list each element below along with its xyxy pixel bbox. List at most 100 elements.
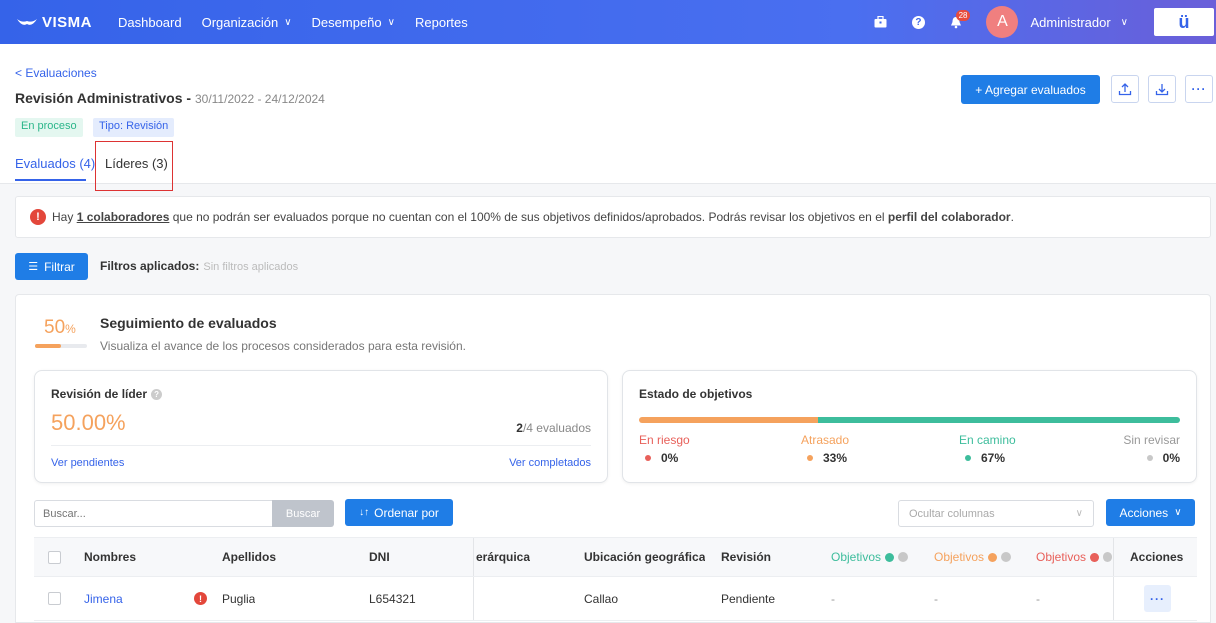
app-switcher-button[interactable]: ü bbox=[1154, 8, 1214, 36]
hide-columns-select[interactable]: Ocultar columnas ∨ bbox=[898, 500, 1094, 527]
header-hierarchy[interactable]: erárquica bbox=[476, 538, 530, 576]
download-icon[interactable] bbox=[1148, 75, 1176, 103]
cell-objectives-on-track: - bbox=[831, 591, 835, 606]
header-objectives-at-risk[interactable]: Objetivos bbox=[1036, 538, 1112, 576]
bell-icon[interactable]: 28 bbox=[942, 8, 971, 36]
tracking-percent-unit: % bbox=[65, 322, 76, 336]
active-tab-indicator bbox=[15, 179, 86, 181]
header-review[interactable]: Revisión bbox=[721, 538, 771, 576]
view-pending-link[interactable]: Ver pendientes bbox=[51, 457, 124, 469]
actions-dropdown-button[interactable]: Acciones ∨ bbox=[1106, 499, 1195, 526]
objective-status-at-risk: En riesgo 0% bbox=[639, 433, 690, 465]
back-link[interactable]: < Evaluaciones bbox=[15, 66, 97, 80]
delayed-value-text: 33% bbox=[823, 451, 848, 465]
chevron-down-icon: ∨ bbox=[1075, 508, 1083, 519]
nav-organizacion[interactable]: Organización ∨ bbox=[202, 15, 292, 30]
header-actions: Acciones bbox=[1130, 550, 1184, 564]
alert-icon[interactable]: ! bbox=[194, 592, 207, 605]
at-risk-value-text: 0% bbox=[661, 451, 679, 465]
objectives-alert: ! Hay 1 colaboradores que no podrán ser … bbox=[15, 196, 1211, 238]
search-button[interactable]: Buscar bbox=[272, 500, 334, 527]
alert-prefix: Hay bbox=[52, 210, 77, 224]
tracking-percent: 50% bbox=[44, 317, 76, 339]
select-all-checkbox[interactable] bbox=[48, 550, 61, 564]
alert-collaborators-link[interactable]: 1 colaboradores bbox=[77, 210, 170, 224]
on-track-label: En camino bbox=[959, 433, 1016, 447]
sort-button[interactable]: ↓↑ Ordenar por bbox=[345, 499, 453, 526]
tracking-subtitle: Visualiza el avance de los procesos cons… bbox=[100, 339, 466, 353]
add-evaluated-button[interactable]: + Agregar evaluados bbox=[961, 75, 1100, 104]
cell-name[interactable]: Jimena bbox=[84, 577, 123, 620]
help-icon[interactable] bbox=[1102, 552, 1112, 562]
unreviewed-label: Sin revisar bbox=[1123, 433, 1180, 447]
hide-columns-placeholder: Ocultar columnas bbox=[909, 507, 995, 520]
alert-text: Hay 1 colaboradores que no podrán ser ev… bbox=[52, 210, 1014, 224]
header-names[interactable]: Nombres bbox=[84, 538, 136, 576]
nav-desempeno[interactable]: Desempeño ∨ bbox=[312, 15, 395, 30]
table-header: Nombres Apellidos DNI erárquica Ubicació… bbox=[34, 537, 1197, 577]
nav-dashboard[interactable]: Dashboard bbox=[118, 15, 182, 30]
delayed-dot bbox=[988, 552, 998, 562]
applied-filters-value: Sin filtros aplicados bbox=[203, 261, 299, 273]
nav-dashboard-label: Dashboard bbox=[118, 14, 182, 30]
filter-button-label: Filtrar bbox=[44, 259, 75, 274]
at-risk-dot bbox=[645, 455, 651, 461]
upload-icon[interactable] bbox=[1111, 75, 1139, 103]
alert-profile-text: perfil del colaborador bbox=[887, 210, 1011, 224]
filter-button[interactable]: ☰ Filtrar bbox=[15, 253, 88, 280]
briefcase-icon[interactable] bbox=[866, 8, 894, 36]
objectives-bar-segment-2 bbox=[817, 417, 1180, 423]
leader-review-count: 2/4 evaluados bbox=[516, 421, 591, 435]
help-icon[interactable]: ? bbox=[151, 388, 163, 400]
notification-count-badge: 28 bbox=[955, 10, 971, 21]
nav-reportes[interactable]: Reportes bbox=[415, 15, 468, 30]
on-track-dot bbox=[885, 552, 895, 562]
objective-status-unreviewed: Sin revisar 0% bbox=[1123, 433, 1180, 465]
divider bbox=[51, 445, 591, 446]
at-risk-dot bbox=[1090, 552, 1099, 562]
tracking-percent-value: 50 bbox=[44, 317, 66, 338]
leader-review-card: Revisión de líder? 50.00% 2/4 evaluados … bbox=[34, 370, 608, 483]
objective-status-on-track: En camino 67% bbox=[959, 433, 1016, 465]
header-location[interactable]: Ubicación geográfica bbox=[584, 538, 705, 576]
header-surnames[interactable]: Apellidos bbox=[222, 538, 276, 576]
help-icon[interactable] bbox=[898, 552, 909, 562]
leader-review-title: Revisión de líder? bbox=[51, 387, 163, 401]
column-divider bbox=[473, 538, 474, 576]
page-title-dates: 30/11/2022 - 24/12/2024 bbox=[194, 92, 325, 106]
header-objectives-on-track[interactable]: Objetivos bbox=[831, 538, 909, 576]
cell-review: Pendiente bbox=[721, 591, 776, 606]
unreviewed-dot bbox=[1146, 455, 1153, 461]
tracking-progress-fill bbox=[35, 344, 61, 348]
user-menu[interactable]: Administrador ∨ bbox=[1030, 15, 1128, 30]
avatar[interactable]: A bbox=[986, 6, 1019, 38]
filter-icon: ☰ bbox=[28, 261, 39, 273]
unreviewed-value-text: 0% bbox=[1162, 451, 1180, 465]
column-divider bbox=[1113, 538, 1114, 576]
table-row[interactable]: Jimena ! Puglia L654321 Callao Pendiente… bbox=[34, 577, 1197, 621]
header-objectives-delayed-label: Objetivos bbox=[934, 550, 985, 564]
leader-review-title-text: Revisión de líder bbox=[51, 387, 148, 401]
tab-evaluados[interactable]: Evaluados (4) bbox=[15, 156, 95, 171]
unreviewed-value: 0% bbox=[1123, 451, 1180, 465]
at-risk-label: En riesgo bbox=[639, 433, 690, 447]
search-input[interactable] bbox=[34, 500, 272, 527]
leader-review-percent: 50.00% bbox=[51, 410, 126, 435]
page-title: Revisión Administrativos - 30/11/2022 - … bbox=[15, 90, 325, 106]
visma-logo[interactable]: VISMA bbox=[16, 14, 96, 31]
row-more-options-icon[interactable]: ··· bbox=[1144, 585, 1171, 612]
help-icon[interactable] bbox=[1001, 552, 1012, 562]
nav-reportes-label: Reportes bbox=[414, 14, 468, 30]
cell-location: Callao bbox=[584, 591, 619, 606]
header-dni[interactable]: DNI bbox=[369, 538, 390, 576]
tracking-title: Seguimiento de evaluados bbox=[100, 315, 277, 331]
row-checkbox[interactable] bbox=[48, 592, 61, 605]
leader-review-total: /4 evaluados bbox=[522, 421, 591, 435]
delayed-value: 33% bbox=[801, 451, 849, 465]
view-completed-link[interactable]: Ver completados bbox=[509, 457, 591, 469]
help-icon[interactable]: ? bbox=[904, 8, 932, 36]
nav-organizacion-label: Organización bbox=[201, 14, 279, 30]
more-options-icon[interactable]: ··· bbox=[1185, 75, 1213, 103]
delayed-dot bbox=[807, 455, 813, 461]
header-objectives-delayed[interactable]: Objetivos bbox=[934, 538, 1012, 576]
